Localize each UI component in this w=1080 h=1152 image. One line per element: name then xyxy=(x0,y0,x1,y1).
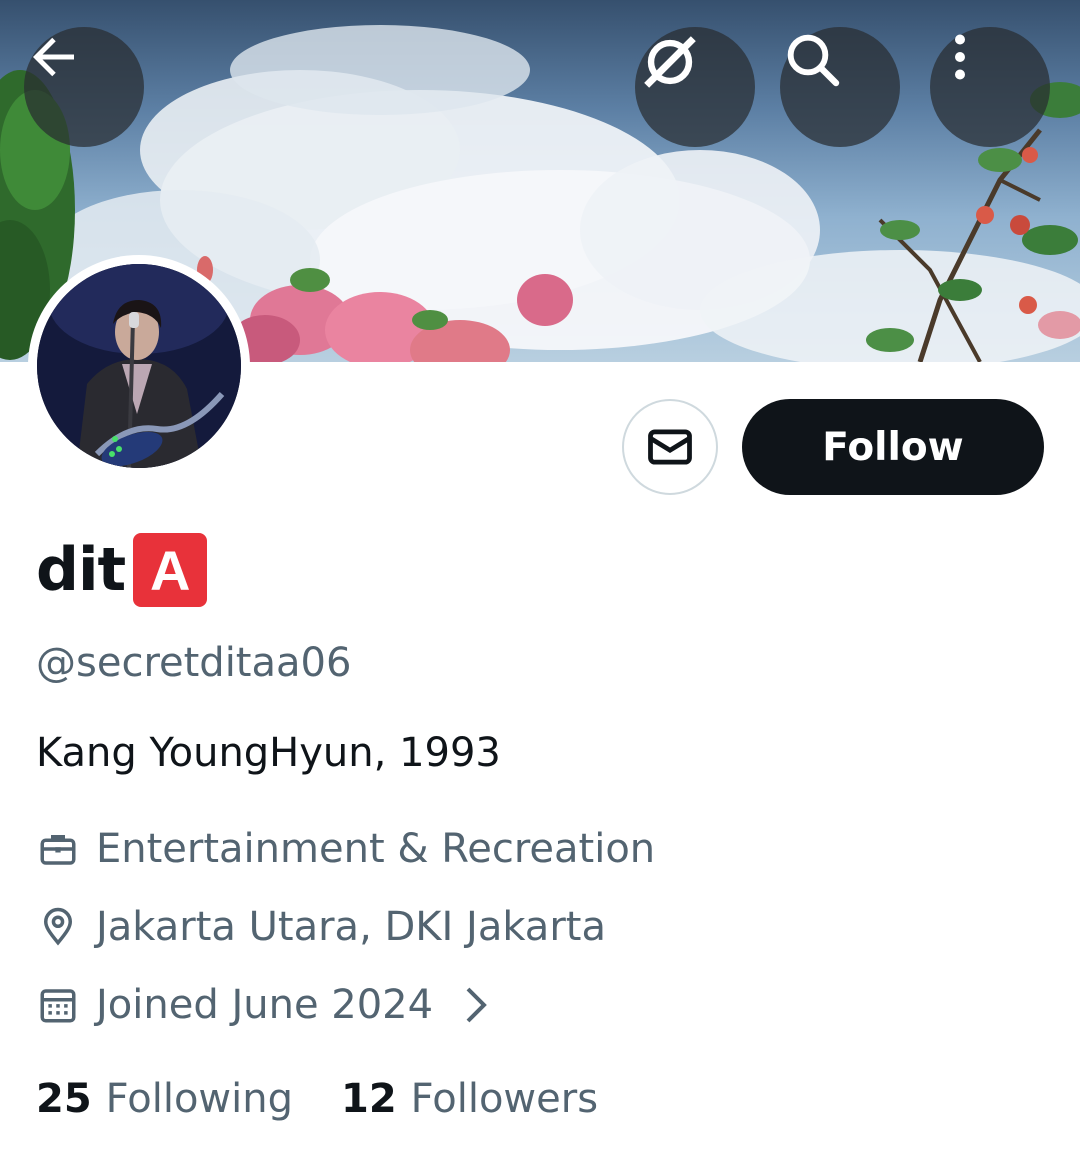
chevron-right-icon[interactable] xyxy=(461,985,491,1025)
profile-category: Entertainment & Recreation xyxy=(36,826,655,872)
search-button[interactable] xyxy=(780,27,900,147)
location-pin-icon xyxy=(36,905,80,949)
back-button[interactable] xyxy=(24,27,144,147)
name-badge-emoji: A xyxy=(133,533,208,607)
mail-icon xyxy=(648,429,692,465)
profile-location: Jakarta Utara, DKI Jakarta xyxy=(36,904,606,950)
message-button[interactable] xyxy=(622,399,718,495)
profile-page: Follow dit A @secretditaa06 Kang YoungHy… xyxy=(0,0,1080,1152)
profile-location-text: Jakarta Utara, DKI Jakarta xyxy=(96,904,606,950)
following-count: 25 xyxy=(36,1076,92,1122)
search-icon xyxy=(787,34,840,87)
grok-icon xyxy=(644,36,696,88)
display-name-row: dit A xyxy=(36,530,208,610)
profile-stats: 25 Following 12 Followers xyxy=(36,1076,646,1122)
profile-avatar[interactable] xyxy=(28,255,250,477)
profile-bio: Kang YoungHyun, 1993 xyxy=(36,730,501,776)
follow-button[interactable]: Follow xyxy=(742,399,1044,495)
profile-joined-text: Joined June 2024 xyxy=(96,982,434,1028)
followers-label: Followers xyxy=(410,1076,599,1122)
user-handle: @secretditaa06 xyxy=(36,640,352,686)
following-label: Following xyxy=(105,1076,293,1122)
grok-button[interactable] xyxy=(635,27,755,147)
profile-joined[interactable]: Joined June 2024 xyxy=(36,982,491,1028)
avatar-image xyxy=(37,264,241,468)
profile-category-text: Entertainment & Recreation xyxy=(96,826,656,872)
calendar-icon xyxy=(36,983,80,1027)
more-options-button[interactable] xyxy=(930,27,1050,147)
followers-count: 12 xyxy=(341,1076,397,1122)
more-vertical-icon xyxy=(955,34,965,80)
display-name: dit xyxy=(36,535,126,605)
followers-stat[interactable]: 12 Followers xyxy=(341,1076,598,1122)
following-stat[interactable]: 25 Following xyxy=(36,1076,293,1122)
arrow-left-icon xyxy=(33,37,74,77)
briefcase-icon xyxy=(36,827,80,871)
